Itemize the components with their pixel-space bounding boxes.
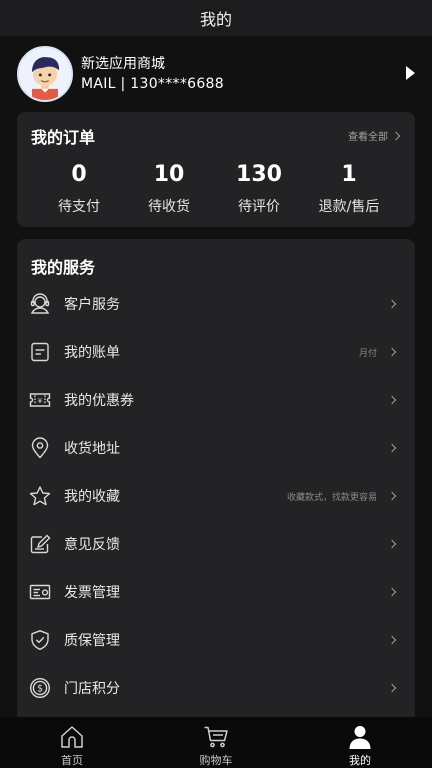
stat-pending-payment[interactable]: 0 待支付 (34, 160, 124, 216)
chevron-right-icon (387, 587, 397, 597)
service-label: 我的账单 (64, 345, 120, 361)
service-label: 意见反馈 (64, 537, 120, 553)
tab-label: 首页 (61, 754, 83, 767)
service-label: 客户服务 (64, 297, 120, 313)
service-coupons[interactable]: ¥ 我的优惠券 (17, 376, 415, 424)
service-label: 收货地址 (64, 441, 120, 457)
chevron-right-icon (387, 395, 397, 405)
coupon-icon: ¥ (29, 389, 51, 411)
profile-account: MAIL | 130****6688 (81, 76, 224, 92)
service-label: 质保管理 (64, 633, 120, 649)
chevron-right-icon (387, 491, 397, 501)
tab-bar: 首页 购物车 我的 (0, 717, 432, 768)
chevron-right-icon (387, 683, 397, 693)
stat-pending-review[interactable]: 130 待评价 (214, 160, 304, 216)
stat-value: 0 (71, 162, 87, 187)
stat-label: 待支付 (58, 199, 100, 215)
tab-home[interactable]: 首页 (0, 717, 144, 768)
chevron-right-icon (387, 299, 397, 309)
invoice-icon (29, 581, 51, 603)
stat-refund[interactable]: 1 退款/售后 (304, 160, 394, 216)
chevron-right-icon (387, 347, 397, 357)
chevron-right-icon (391, 131, 401, 140)
services-card: 我的服务 客户服务 我的账单 月付 ¥ 我的优惠券 收货地址 我的收藏 收藏款式… (17, 239, 415, 729)
headset-icon (29, 293, 51, 315)
stat-label: 待评价 (238, 199, 280, 215)
arrow-right-icon[interactable] (406, 66, 415, 80)
chevron-right-icon (387, 443, 397, 453)
orders-card: 我的订单 查看全部 0 待支付 10 待收货 130 待评价 1 退款/售后 (17, 112, 415, 227)
chevron-right-icon (387, 539, 397, 549)
avatar[interactable] (17, 46, 73, 102)
profile-name: 新选应用商城 (81, 56, 165, 72)
star-icon (29, 485, 51, 507)
stat-value: 1 (341, 162, 357, 187)
service-hint: 月付 (358, 348, 377, 359)
feedback-icon (29, 533, 51, 555)
tab-label: 购物车 (199, 754, 233, 767)
location-icon (29, 437, 51, 459)
service-invoice[interactable]: 发票管理 (17, 568, 415, 616)
title-bar: 我的 (0, 0, 432, 36)
order-stats: 0 待支付 10 待收货 130 待评价 1 退款/售后 (34, 160, 394, 216)
stat-value: 130 (236, 162, 282, 187)
svg-text:¥: ¥ (38, 397, 43, 405)
service-feedback[interactable]: 意见反馈 (17, 520, 415, 568)
view-all-link[interactable]: 查看全部 (348, 128, 401, 143)
tab-cart[interactable]: 购物车 (144, 717, 288, 768)
service-label: 我的优惠券 (64, 393, 134, 409)
bill-icon (29, 341, 51, 363)
chevron-right-icon (387, 635, 397, 645)
profile-header[interactable]: 新选应用商城 MAIL | 130****6688 (0, 36, 432, 112)
coin-icon: $ (29, 677, 51, 699)
service-label: 发票管理 (64, 585, 120, 601)
service-customer-service[interactable]: 客户服务 (17, 280, 415, 328)
service-address[interactable]: 收货地址 (17, 424, 415, 472)
shield-icon (29, 629, 51, 651)
svg-text:$: $ (37, 684, 43, 695)
cart-icon (203, 724, 229, 750)
stat-label: 退款/售后 (318, 199, 380, 215)
stat-pending-receipt[interactable]: 10 待收货 (124, 160, 214, 216)
service-label: 门店积分 (64, 681, 120, 697)
home-icon (59, 724, 85, 750)
view-all-label: 查看全部 (348, 132, 388, 143)
page-title: 我的 (199, 10, 232, 29)
stat-label: 待收货 (148, 199, 190, 215)
section-gap (0, 227, 432, 239)
orders-title: 我的订单 (31, 128, 96, 147)
service-favorites[interactable]: 我的收藏 收藏款式，找款更容易 (17, 472, 415, 520)
service-label: 我的收藏 (64, 489, 120, 505)
service-warranty[interactable]: 质保管理 (17, 616, 415, 664)
tab-label: 我的 (349, 754, 371, 767)
service-bill[interactable]: 我的账单 月付 (17, 328, 415, 376)
tab-mine[interactable]: 我的 (288, 717, 432, 768)
user-icon (347, 724, 373, 750)
service-store-points[interactable]: $ 门店积分 (17, 664, 415, 712)
services-title: 我的服务 (31, 258, 96, 277)
stat-value: 10 (153, 162, 185, 187)
service-hint: 收藏款式，找款更容易 (286, 492, 377, 503)
